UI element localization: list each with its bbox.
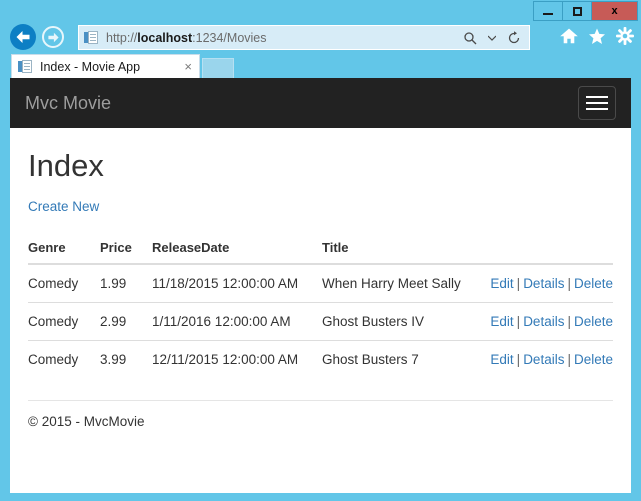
cell-releasedate: 11/18/2015 12:00:00 AM	[152, 263, 322, 303]
details-link[interactable]: Details	[523, 314, 564, 329]
close-button[interactable]: x	[592, 2, 637, 20]
action-separator: |	[516, 314, 521, 329]
create-new-link[interactable]: Create New	[28, 199, 99, 214]
cell-genre: Comedy	[28, 340, 100, 378]
cell-title: When Harry Meet Sally	[322, 263, 477, 303]
page-content: Index Create New Genre Price ReleaseDate…	[10, 148, 631, 429]
column-header-releasedate: ReleaseDate	[152, 234, 322, 265]
cell-title: Ghost Busters IV	[322, 302, 477, 341]
action-separator: |	[567, 352, 571, 367]
chevron-down-icon[interactable]	[482, 28, 502, 48]
column-header-genre: Genre	[28, 234, 100, 265]
edit-link[interactable]: Edit	[490, 276, 513, 291]
browser-toolbar: http://localhost:1234/Movies	[0, 22, 641, 52]
cell-actions: Edit | Details | Delete	[476, 302, 613, 341]
refresh-icon[interactable]	[504, 28, 524, 48]
page-footer: © 2015 - MvcMovie	[28, 414, 145, 429]
tab-title: Index - Movie App	[40, 59, 141, 74]
address-bar[interactable]: http://localhost:1234/Movies	[78, 25, 530, 50]
page-icon	[84, 30, 100, 46]
action-separator: |	[567, 276, 571, 291]
forward-arrow-icon	[47, 32, 59, 42]
minimize-button[interactable]	[534, 2, 563, 20]
browser-window: x http://localhost:1234/Movies Index - M…	[0, 0, 641, 501]
cell-price: 1.99	[100, 263, 152, 303]
back-arrow-icon	[16, 31, 30, 43]
navbar-brand[interactable]: Mvc Movie	[25, 93, 111, 114]
tab-close-icon[interactable]: ×	[184, 60, 192, 73]
url-path: :1234/Movies	[192, 30, 267, 45]
maximize-button[interactable]	[563, 2, 592, 20]
new-tab-button[interactable]	[202, 58, 234, 78]
page-viewport: Mvc Movie Index Create New Genre Price R…	[10, 78, 631, 493]
home-icon[interactable]	[559, 26, 579, 46]
delete-link[interactable]: Delete	[574, 276, 613, 291]
url-scheme: http://	[106, 30, 138, 45]
title-bar: x	[0, 0, 641, 22]
url-host: localhost	[137, 30, 193, 45]
cell-releasedate: 12/11/2015 12:00:00 AM	[152, 340, 322, 378]
page-icon	[18, 59, 34, 75]
table-row: Comedy 3.99 12/11/2015 12:00:00 AM Ghost…	[28, 340, 613, 378]
window-controls: x	[533, 1, 638, 21]
tab-strip: Index - Movie App ×	[0, 52, 641, 78]
table-row: Comedy 2.99 1/11/2016 12:00:00 AM Ghost …	[28, 302, 613, 341]
table-row: Comedy 1.99 11/18/2015 12:00:00 AM When …	[28, 263, 613, 303]
action-separator: |	[516, 352, 521, 367]
delete-link[interactable]: Delete	[574, 314, 613, 329]
column-header-title: Title	[322, 234, 477, 265]
page-title: Index	[28, 148, 104, 183]
details-link[interactable]: Details	[523, 352, 564, 367]
cell-genre: Comedy	[28, 302, 100, 341]
address-bar-url: http://localhost:1234/Movies	[106, 31, 267, 45]
cell-title: Ghost Busters 7	[322, 340, 477, 378]
details-link[interactable]: Details	[523, 276, 564, 291]
gear-icon[interactable]	[615, 26, 635, 46]
edit-link[interactable]: Edit	[490, 352, 513, 367]
star-icon[interactable]	[587, 26, 607, 46]
browser-action-icons	[559, 26, 635, 46]
tab-index-movie-app[interactable]: Index - Movie App ×	[11, 54, 200, 78]
movies-table: Genre Price ReleaseDate Title Comedy 1.9…	[28, 234, 613, 378]
forward-button[interactable]	[42, 26, 64, 48]
cell-actions: Edit | Details | Delete	[476, 263, 613, 303]
cell-price: 3.99	[100, 340, 152, 378]
cell-genre: Comedy	[28, 263, 100, 303]
column-header-price: Price	[100, 234, 152, 265]
edit-link[interactable]: Edit	[490, 314, 513, 329]
table-header-row: Genre Price ReleaseDate Title	[28, 234, 613, 265]
column-header-actions	[476, 234, 613, 265]
delete-link[interactable]: Delete	[574, 352, 613, 367]
cell-releasedate: 1/11/2016 12:00:00 AM	[152, 302, 322, 341]
close-icon: x	[611, 5, 618, 17]
search-icon[interactable]	[460, 28, 480, 48]
cell-actions: Edit | Details | Delete	[476, 340, 613, 378]
action-separator: |	[567, 314, 571, 329]
back-button[interactable]	[10, 24, 36, 50]
cell-price: 2.99	[100, 302, 152, 341]
action-separator: |	[516, 276, 521, 291]
hamburger-icon[interactable]	[578, 86, 616, 120]
address-bar-icons	[460, 28, 529, 48]
maximize-icon	[572, 6, 582, 16]
minimize-icon	[543, 13, 553, 15]
app-navbar: Mvc Movie	[10, 78, 631, 128]
